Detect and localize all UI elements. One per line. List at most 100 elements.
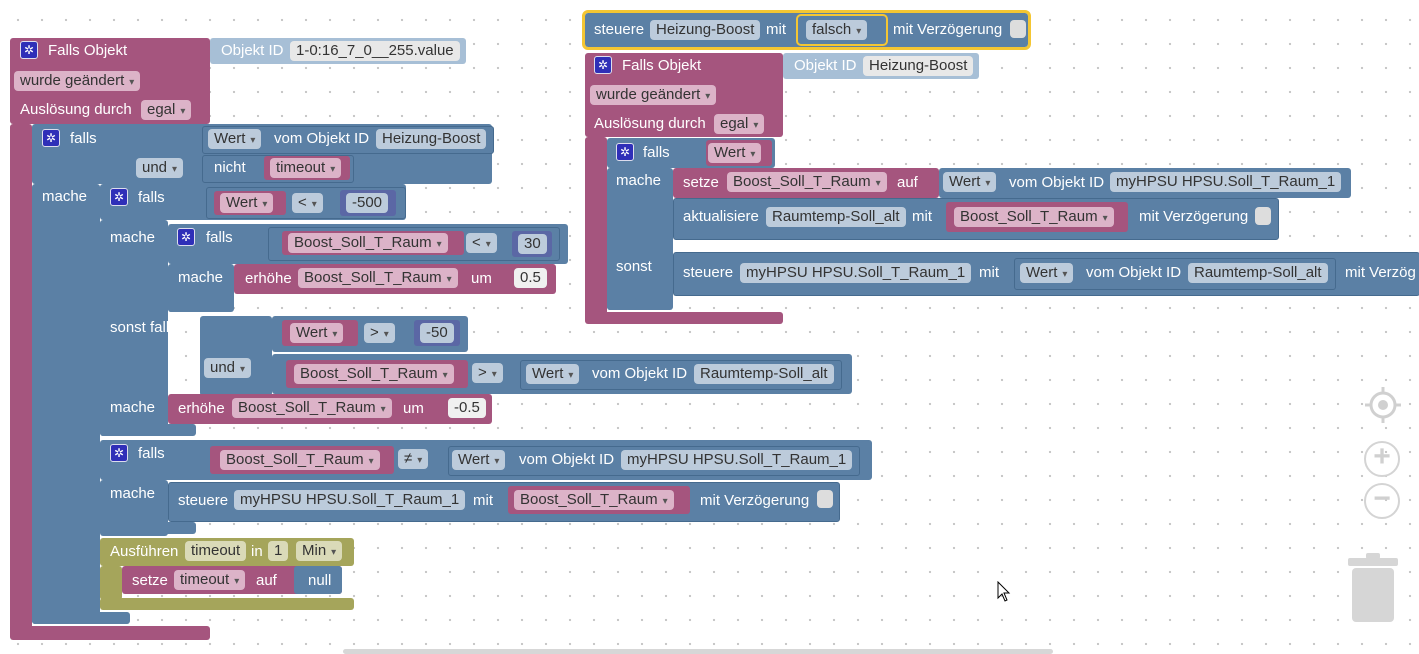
if1-mache: mache: [42, 188, 88, 205]
trigger-by-label: Auslösung durch: [594, 115, 706, 132]
delay-checkbox[interactable]: [1255, 207, 1271, 225]
setze-label: setze: [683, 174, 719, 191]
vom-label: vom Objekt ID: [274, 130, 370, 147]
obj-field[interactable]: myHPSU HPSU.Soll_T_Raum_1: [621, 450, 853, 470]
minus-icon: −: [1373, 482, 1391, 515]
wert-dropdown[interactable]: Wert: [208, 129, 262, 149]
mit-label: mit: [979, 264, 999, 281]
var-dropdown[interactable]: Boost_Soll_T_Raum: [514, 490, 674, 510]
wert-dropdown[interactable]: Wert: [220, 193, 274, 213]
op-dropdown[interactable]: >: [364, 323, 395, 343]
trigger-footer: [585, 312, 783, 324]
delay-checkbox[interactable]: [817, 490, 833, 508]
gear-icon[interactable]: ✲: [110, 444, 128, 462]
num-field[interactable]: -500: [346, 193, 389, 213]
if1-spine: [32, 184, 100, 624]
wert-dropdown[interactable]: Wert: [708, 143, 762, 163]
aktvar-field[interactable]: Raumtemp-Soll_alt: [766, 207, 906, 227]
trigger-by-dropdown[interactable]: egal: [714, 114, 765, 134]
timer-footer: [100, 598, 354, 610]
obj-field[interactable]: Raumtemp-Soll_alt: [694, 364, 834, 384]
gear-icon[interactable]: ✲: [42, 129, 60, 147]
amount-field[interactable]: -0.5: [448, 398, 486, 418]
elif-label: sonst falls: [110, 319, 177, 336]
gear-icon[interactable]: ✲: [177, 228, 195, 246]
target-field[interactable]: myHPSU HPSU.Soll_T_Raum_1: [740, 263, 972, 283]
zoom-in-button[interactable]: +: [1364, 441, 1400, 477]
steuere-label: steuere: [594, 21, 645, 38]
wert-dropdown[interactable]: Wert: [943, 172, 997, 192]
timeout-dropdown[interactable]: timeout: [270, 158, 342, 178]
changed-dropdown[interactable]: wurde geändert: [14, 71, 141, 91]
trigger-spine: [10, 124, 32, 632]
trigger-by-dropdown[interactable]: egal: [141, 100, 192, 120]
center-button[interactable]: [1364, 386, 1402, 424]
if-mache: mache: [616, 172, 662, 189]
var-dropdown[interactable]: Boost_Soll_T_Raum: [727, 172, 887, 192]
timer-num-field[interactable]: 1: [268, 541, 289, 561]
timer-name-field[interactable]: timeout: [185, 541, 247, 561]
trigger-spine: [585, 137, 607, 321]
op-dropdown[interactable]: >: [472, 363, 503, 383]
var-dropdown[interactable]: Boost_Soll_T_Raum: [220, 450, 380, 470]
num-field[interactable]: 30: [518, 234, 547, 254]
var-dropdown[interactable]: Boost_Soll_T_Raum: [288, 233, 448, 253]
objid-field[interactable]: 1-0:16_7_0__255.value: [290, 41, 460, 61]
auf-label: auf: [256, 572, 277, 589]
var-dropdown[interactable]: Boost_Soll_T_Raum: [232, 398, 392, 418]
um-label: um: [403, 400, 424, 417]
und-dropdown[interactable]: und: [204, 358, 252, 378]
gear-icon[interactable]: ✲: [594, 56, 612, 74]
delay-checkbox[interactable]: [1010, 20, 1026, 38]
var-dropdown[interactable]: Boost_Soll_T_Raum: [298, 268, 458, 288]
objid-label: Objekt ID: [221, 42, 284, 59]
changed-dropdown[interactable]: wurde geändert: [590, 85, 717, 105]
target-field[interactable]: Heizung-Boost: [650, 20, 761, 40]
obj-field[interactable]: myHPSU HPSU.Soll_T_Raum_1: [1110, 172, 1342, 192]
wert-dropdown[interactable]: Wert: [526, 364, 580, 384]
target-field[interactable]: myHPSU HPSU.Soll_T_Raum_1: [234, 490, 466, 510]
gear-icon[interactable]: ✲: [110, 188, 128, 206]
in-label: in: [251, 543, 263, 560]
var-dropdown[interactable]: Boost_Soll_T_Raum: [954, 207, 1114, 227]
num-field[interactable]: -50: [420, 323, 454, 343]
steuere-label: steuere: [178, 492, 229, 509]
bool-dropdown[interactable]: falsch: [806, 20, 868, 40]
timer-spine: [100, 566, 122, 600]
wert-dropdown[interactable]: Wert: [290, 323, 344, 343]
gear-icon[interactable]: ✲: [20, 41, 38, 59]
trigger-by-label: Auslösung durch: [20, 101, 132, 118]
op-dropdown[interactable]: <: [292, 193, 323, 213]
objid-field[interactable]: Heizung-Boost: [863, 56, 974, 76]
um-label: um: [471, 270, 492, 287]
akt-label: aktualisiere: [683, 208, 759, 225]
vom-label: vom Objekt ID: [1009, 174, 1105, 191]
if2-falls: falls: [138, 189, 165, 206]
wert-dropdown[interactable]: Wert: [1020, 263, 1074, 283]
steuere-label: steuere: [683, 264, 734, 281]
trigger-title: Falls Objekt: [622, 57, 702, 74]
obj-field[interactable]: Raumtemp-Soll_alt: [1188, 263, 1328, 283]
zoom-out-button[interactable]: −: [1364, 483, 1400, 519]
op-dropdown[interactable]: <: [466, 233, 497, 253]
erhoehe-label: erhöhe: [178, 400, 225, 417]
und-block[interactable]: [200, 316, 272, 396]
obj-field[interactable]: Heizung-Boost: [376, 129, 487, 149]
if1-footer: [32, 612, 130, 624]
und-dropdown[interactable]: und: [136, 158, 184, 178]
timer-label: Ausführen: [110, 543, 179, 560]
vom-label: vom Objekt ID: [592, 365, 688, 382]
if2-footer: [100, 424, 196, 436]
plus-icon: +: [1373, 440, 1391, 473]
gear-icon[interactable]: ✲: [616, 143, 634, 161]
trash-button[interactable]: [1346, 552, 1400, 624]
var-dropdown[interactable]: Boost_Soll_T_Raum: [294, 364, 454, 384]
unit-dropdown[interactable]: Min: [296, 541, 343, 561]
amount-field[interactable]: 0.5: [514, 268, 547, 288]
wert-dropdown[interactable]: Wert: [452, 450, 506, 470]
if1-falls: falls: [70, 130, 97, 147]
var-dropdown[interactable]: timeout: [174, 570, 246, 590]
op-dropdown[interactable]: ≠: [398, 449, 429, 469]
horizontal-scrollbar[interactable]: [343, 649, 1053, 654]
auf-label: auf: [897, 174, 918, 191]
